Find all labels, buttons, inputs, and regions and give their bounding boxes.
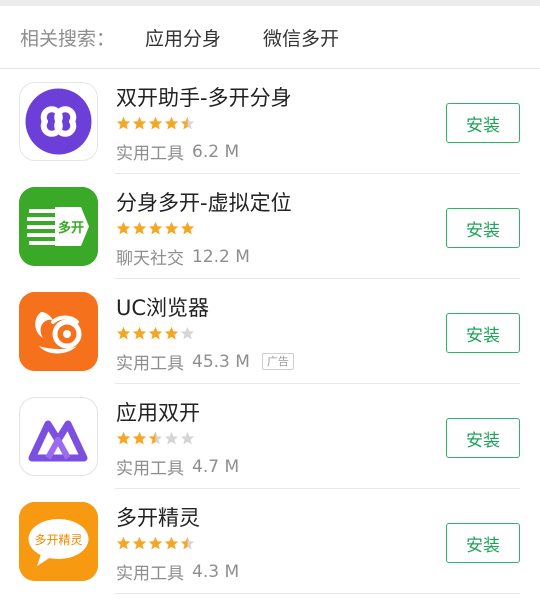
star-icon — [164, 221, 179, 235]
divider — [115, 593, 520, 594]
install-button[interactable]: 安装 — [446, 418, 520, 458]
star-icon — [164, 116, 179, 130]
install-button[interactable]: 安装 — [446, 523, 520, 563]
star-icon — [116, 536, 131, 550]
app-meta: 实用工具 6.2 M — [116, 139, 240, 165]
app-meta: 实用工具 4.7 M — [116, 454, 240, 480]
rating-stars — [116, 326, 196, 342]
rating-stars — [116, 431, 196, 447]
star-icon — [132, 431, 147, 445]
app-category: 实用工具 — [116, 354, 184, 374]
ad-badge: 广告 — [261, 353, 294, 370]
app-name[interactable]: 分身多开-虚拟定位 — [116, 187, 292, 217]
install-button[interactable]: 安装 — [446, 313, 520, 353]
install-button[interactable]: 安装 — [446, 103, 520, 143]
related-link-app-clone[interactable]: 应用分身 — [145, 24, 221, 51]
app-name[interactable]: 双开助手-多开分身 — [116, 82, 292, 112]
app-name[interactable]: 多开精灵 — [116, 502, 200, 532]
star-icon — [164, 431, 179, 445]
star-icon — [116, 221, 131, 235]
star-icon — [132, 326, 147, 340]
app-row[interactable]: 应用双开 实用工具 4.7 M 安装 — [0, 384, 540, 489]
star-icon — [116, 116, 131, 130]
star-icon — [148, 536, 163, 550]
app-meta: 聊天社交 12.2 M — [116, 244, 250, 270]
star-icon — [148, 221, 163, 235]
rating-stars — [116, 221, 196, 237]
app-row[interactable]: UC浏览器 实用工具 45.3 M 广告 安装 — [0, 279, 540, 384]
rating-stars — [116, 116, 196, 132]
related-link-wechat-multi[interactable]: 微信多开 — [263, 24, 339, 51]
app-row[interactable]: 多开 分身多开-虚拟定位 聊天社交 12.2 M 安装 — [0, 174, 540, 279]
app-size: 45.3 M — [192, 351, 250, 372]
star-icon — [180, 326, 195, 340]
star-icon — [164, 326, 179, 340]
star-icon — [116, 431, 131, 445]
star-icon — [180, 431, 195, 445]
app-size: 4.7 M — [192, 456, 240, 477]
star-icon — [180, 116, 195, 130]
rating-stars — [116, 536, 196, 552]
install-button[interactable]: 安装 — [446, 208, 520, 248]
star-icon — [180, 221, 195, 235]
icon-text: 多开 — [58, 220, 84, 236]
star-icon — [148, 116, 163, 130]
app-category: 实用工具 — [116, 564, 184, 584]
app-name[interactable]: 应用双开 — [116, 397, 200, 427]
star-icon — [148, 326, 163, 340]
app-size: 4.3 M — [192, 561, 240, 582]
star-icon — [164, 536, 179, 550]
app-name[interactable]: UC浏览器 — [116, 292, 209, 322]
multi-open-icon[interactable]: 多开 — [19, 187, 98, 266]
app-row[interactable]: 多开精灵 多开精灵 实用工具 4.3 M 安装 — [0, 489, 540, 594]
star-icon — [132, 536, 147, 550]
app-category: 实用工具 — [116, 144, 184, 164]
icon-text: 多开精灵 — [34, 533, 82, 547]
app-category: 聊天社交 — [116, 249, 184, 269]
app-size: 6.2 M — [192, 141, 240, 162]
star-icon — [180, 536, 195, 550]
related-search-bar: 相关搜索： 应用分身 微信多开 — [0, 6, 540, 69]
mountain-icon[interactable] — [19, 397, 98, 476]
star-icon — [148, 431, 163, 445]
related-search-label: 相关搜索： — [20, 27, 116, 50]
app-row[interactable]: 双开助手-多开分身 实用工具 6.2 M 安装 — [0, 69, 540, 174]
infinity-icon[interactable] — [19, 82, 98, 161]
speech-bubble-icon[interactable]: 多开精灵 — [19, 502, 98, 581]
star-icon — [116, 326, 131, 340]
star-icon — [132, 116, 147, 130]
app-meta: 实用工具 4.3 M — [116, 559, 240, 585]
app-list: 双开助手-多开分身 实用工具 6.2 M 安装 多开 分身多开-虚拟定位 聊天社… — [0, 69, 540, 594]
star-icon — [132, 221, 147, 235]
app-category: 实用工具 — [116, 459, 184, 479]
app-meta: 实用工具 45.3 M 广告 — [116, 349, 294, 374]
app-size: 12.2 M — [192, 246, 250, 267]
squirrel-icon[interactable] — [19, 292, 98, 371]
